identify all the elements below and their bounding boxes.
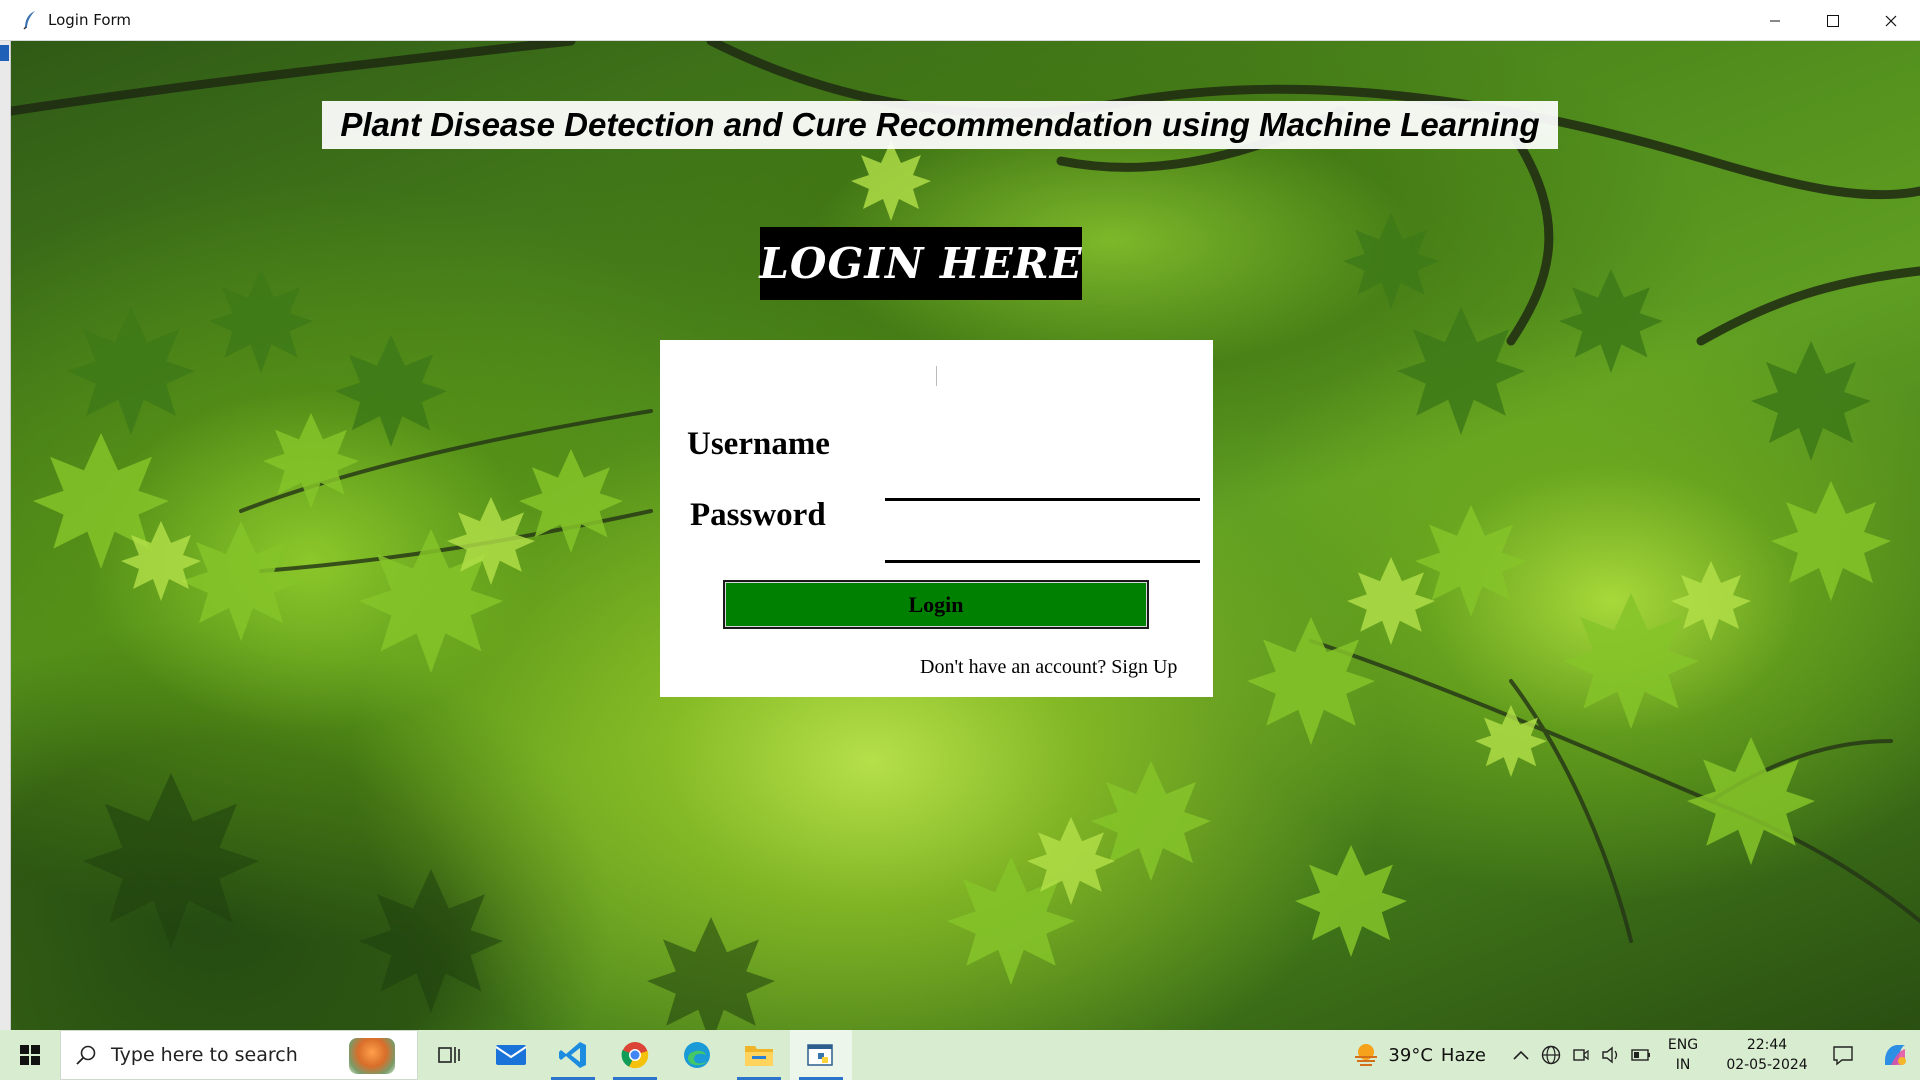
python-app-icon (807, 1044, 833, 1066)
mail-app-button[interactable] (480, 1030, 542, 1080)
taskbar: Type here to search 39°C Haze ENG IN 22:… (0, 1030, 1920, 1080)
python-app-button[interactable] (790, 1030, 852, 1080)
weather-widget[interactable]: 39°C Haze (1352, 1041, 1486, 1069)
weather-temp: 39°C (1388, 1044, 1433, 1066)
start-button[interactable] (0, 1030, 60, 1080)
minimize-button[interactable] (1746, 0, 1804, 41)
task-view-button[interactable] (418, 1030, 480, 1080)
text-cursor (936, 366, 937, 386)
notification-icon (1833, 1046, 1853, 1066)
close-button[interactable] (1862, 0, 1920, 41)
login-button[interactable]: Login (723, 580, 1149, 629)
file-explorer-icon (745, 1046, 773, 1066)
copilot-icon (1885, 1045, 1906, 1065)
search-placeholder: Type here to search (111, 1044, 298, 1066)
vscode-icon (559, 1042, 586, 1068)
camera-icon (1573, 1049, 1589, 1061)
notification-center-button[interactable] (1816, 1030, 1870, 1080)
chrome-app-button[interactable] (604, 1030, 666, 1080)
login-banner: LOGIN HERE (759, 227, 1083, 300)
volume-button[interactable] (1596, 1030, 1626, 1080)
show-hidden-icons-button[interactable] (1506, 1030, 1536, 1080)
sun-haze-icon (1355, 1044, 1378, 1066)
search-highlight-icon[interactable] (349, 1038, 395, 1074)
vscode-app-button[interactable] (542, 1030, 604, 1080)
battery-icon (1631, 1049, 1650, 1061)
copilot-button[interactable] (1870, 1030, 1920, 1080)
maximize-button[interactable] (1804, 0, 1862, 41)
chrome-icon (621, 1042, 649, 1069)
window-title: Login Form (48, 11, 132, 29)
language-region: IN (1675, 1057, 1691, 1073)
password-label: Password (690, 497, 826, 533)
password-input[interactable] (885, 527, 1200, 563)
maximize-icon (1827, 14, 1839, 27)
minimize-icon (1770, 20, 1780, 21)
app-headline: Plant Disease Detection and Cure Recomme… (322, 101, 1558, 149)
network-button[interactable] (1536, 1030, 1566, 1080)
speaker-icon (1602, 1046, 1618, 1064)
feather-icon (20, 10, 40, 30)
mail-icon (495, 1045, 527, 1065)
app-headline-text: Plant Disease Detection and Cure Recomme… (340, 106, 1540, 143)
username-label: Username (687, 426, 830, 462)
input-language-indicator[interactable]: ENG IN (1656, 1035, 1710, 1075)
background-window-edge (0, 41, 11, 1030)
weather-condition: Haze (1440, 1044, 1486, 1066)
edge-app-button[interactable] (666, 1030, 728, 1080)
clock-date: 02-05-2024 (1726, 1057, 1808, 1073)
file-explorer-button[interactable] (728, 1030, 790, 1080)
system-clock[interactable]: 22:44 02-05-2024 (1718, 1035, 1816, 1075)
battery-button[interactable] (1626, 1030, 1656, 1080)
login-form-card: Username Password Login Don't have an ac… (660, 340, 1213, 697)
clock-time: 22:44 (1746, 1037, 1788, 1053)
windows-logo-icon (20, 1045, 40, 1065)
meet-now-button[interactable] (1566, 1030, 1596, 1080)
globe-icon (1541, 1045, 1561, 1065)
task-view-icon (438, 1047, 460, 1063)
edge-icon (684, 1042, 710, 1068)
language-code: ENG (1667, 1037, 1699, 1053)
signup-link[interactable]: Don't have an account? Sign Up (920, 656, 1177, 679)
taskbar-search[interactable]: Type here to search (60, 1030, 418, 1080)
system-tray: 39°C Haze ENG IN 22:44 02-05-2024 (1352, 1030, 1920, 1080)
search-icon (75, 1044, 97, 1066)
chevron-up-icon (1513, 1050, 1529, 1060)
login-banner-text: LOGIN HERE (759, 239, 1083, 288)
window-titlebar: Login Form (0, 0, 1920, 41)
close-icon (1885, 15, 1897, 26)
username-input[interactable] (885, 465, 1200, 501)
login-window-content: Plant Disease Detection and Cure Recomme… (11, 41, 1920, 1030)
